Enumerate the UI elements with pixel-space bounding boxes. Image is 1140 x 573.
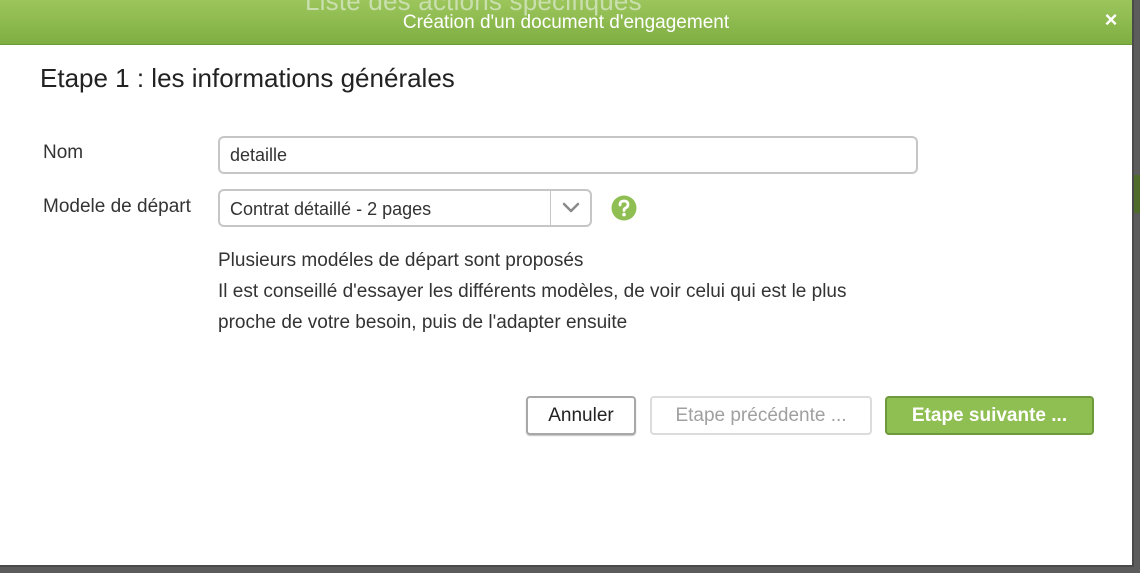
nom-label: Nom xyxy=(43,142,84,163)
nom-input[interactable] xyxy=(218,136,918,174)
next-step-button[interactable]: Etape suivante ... xyxy=(885,396,1094,435)
step-title: Etape 1 : les informations générales xyxy=(40,63,455,93)
chevron-down-icon xyxy=(562,202,580,213)
create-engagement-dialog: Liste des actions spécifiques Création d… xyxy=(0,0,1134,567)
cancel-button[interactable]: Annuler xyxy=(526,396,636,435)
close-icon[interactable]: × xyxy=(1100,9,1122,31)
modele-select[interactable]: Contrat détaillé - 2 pages xyxy=(218,189,592,227)
previous-step-button[interactable]: Etape précédente ... xyxy=(650,396,872,435)
description-line: Il est conseillé d'essayer les différent… xyxy=(218,281,847,302)
description-line: proche de votre besoin, puis de l'adapte… xyxy=(218,312,628,333)
select-divider xyxy=(550,191,551,225)
modele-select-value: Contrat détaillé - 2 pages xyxy=(230,199,432,219)
description-line: Plusieurs modéles de départ sont proposé… xyxy=(218,250,584,271)
backdrop-strip xyxy=(1133,175,1140,213)
dialog-titlebar: Liste des actions spécifiques Création d… xyxy=(0,0,1132,45)
dialog-title: Création d'un document d'engagement xyxy=(402,12,730,33)
modele-label: Modele de départ xyxy=(43,196,191,217)
question-circle-icon[interactable] xyxy=(611,195,637,221)
modele-description: Plusieurs modéles de départ sont proposé… xyxy=(218,245,846,338)
